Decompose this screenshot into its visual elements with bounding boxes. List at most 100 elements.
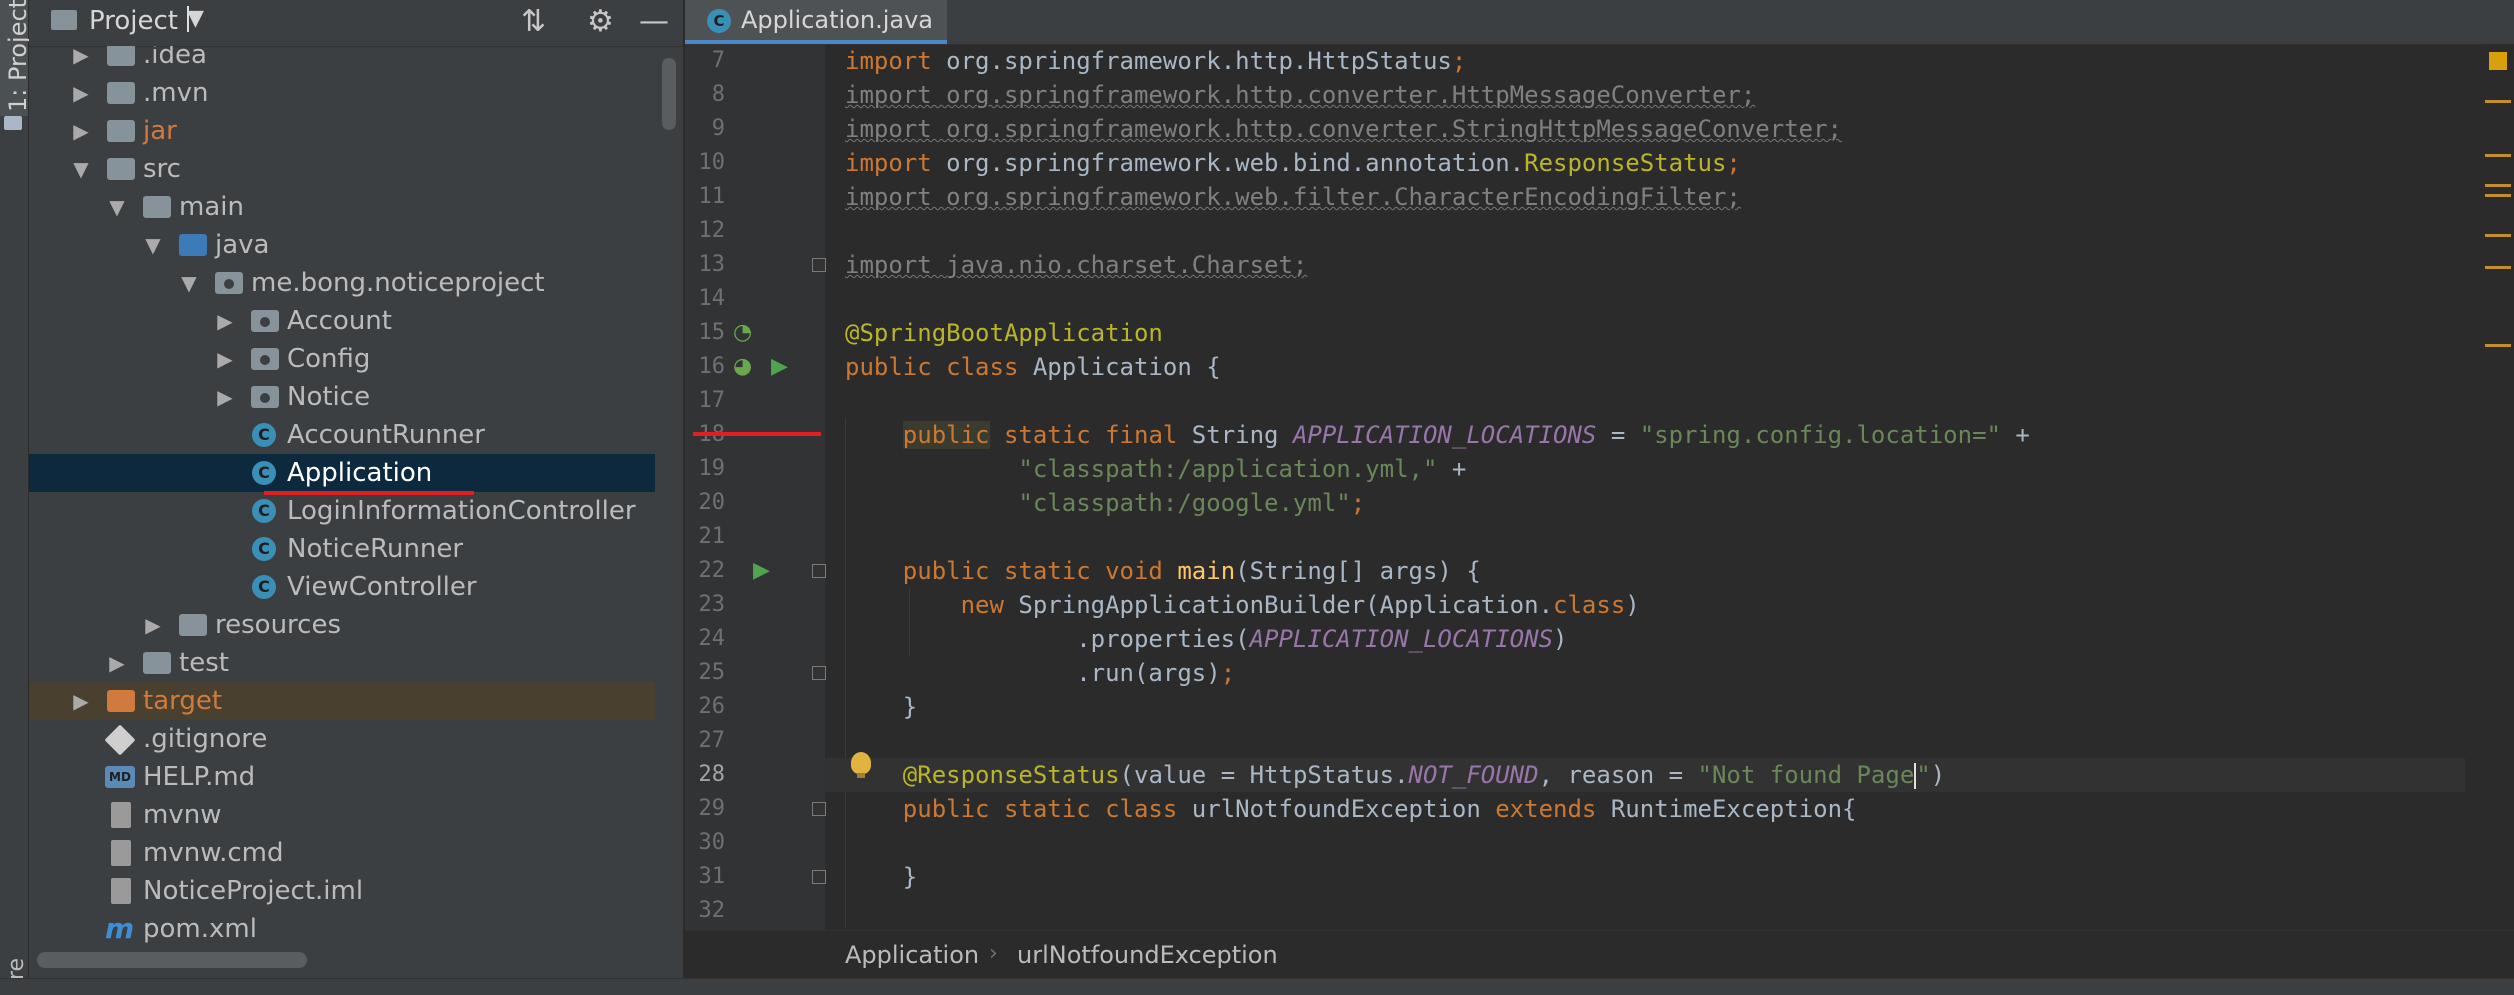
chevron-right-icon[interactable]: ▶ [143, 606, 163, 644]
tree-item-config[interactable]: ▶ Config [29, 340, 655, 378]
spring-boot-class-icon: C [707, 9, 731, 33]
tree-item-label: Account [287, 306, 392, 336]
warning-mark[interactable] [2485, 194, 2511, 197]
tool-window-strip: 1: Project ure [0, 0, 32, 994]
tree-item-viewcontroller[interactable]: C ViewController [29, 568, 655, 606]
fold-icon[interactable] [812, 802, 826, 816]
spring-bean-icon[interactable]: ◕ [733, 350, 752, 384]
line-number: 15 [698, 320, 726, 345]
fold-icon[interactable] [812, 666, 826, 680]
tree-item-logininformationcontroller[interactable]: C LoginInformationController [29, 492, 655, 530]
class-icon: C [252, 575, 276, 599]
tree-item-label: mvnw.cmd [143, 838, 284, 868]
run-icon[interactable]: ▶ [771, 350, 788, 384]
tree-item-iml[interactable]: NoticeProject.iml [29, 872, 655, 910]
warning-mark[interactable] [2485, 154, 2511, 157]
project-panel-title[interactable]: Project [89, 6, 178, 36]
tree-item-help-md[interactable]: MD HELP.md [29, 758, 655, 796]
tree-item-target[interactable]: ▶ target [29, 682, 655, 720]
line-number: 12 [698, 218, 726, 243]
tree-item-test[interactable]: ▶ test [29, 644, 655, 682]
chevron-right-icon[interactable]: ▶ [71, 74, 91, 112]
error-stripe[interactable] [2481, 44, 2514, 930]
gear-icon[interactable]: ⚙ [587, 4, 614, 39]
spring-bean-icon[interactable]: ◔ [733, 316, 752, 350]
chevron-down-icon[interactable]: ▼ [107, 188, 127, 226]
tree-item-jar[interactable]: ▶ jar [29, 112, 655, 150]
tree-item-noticerunner[interactable]: C NoticeRunner [29, 530, 655, 568]
line-number: 7 [711, 48, 725, 73]
code-line: public static class urlNotfoundException… [902, 795, 1857, 823]
tree-item-label: target [143, 686, 223, 716]
chevron-down-icon[interactable]: ▼ [179, 264, 199, 302]
vertical-scrollbar[interactable] [662, 58, 676, 130]
chevron-right-icon[interactable]: ▶ [107, 644, 127, 682]
tree-item-accountrunner[interactable]: C AccountRunner [29, 416, 655, 454]
chevron-right-icon[interactable]: ▶ [71, 112, 91, 150]
tree-item-package[interactable]: ▼ me.bong.noticeproject [29, 264, 655, 302]
tree-item-pom[interactable]: m pom.xml [29, 910, 655, 946]
fold-icon[interactable] [812, 564, 826, 578]
chevron-down-icon[interactable]: ▼ [143, 226, 163, 264]
warning-mark[interactable] [2485, 234, 2511, 237]
tree-item-label: me.bong.noticeproject [251, 268, 545, 298]
editor-gutter: 7 8 9 10 11 12 13 14 15 16 17 18 19 20 2… [685, 44, 826, 930]
horizontal-scrollbar[interactable] [37, 952, 307, 968]
chevron-down-icon[interactable]: ▼ [187, 6, 204, 32]
tree-item-account[interactable]: ▶ Account [29, 302, 655, 340]
lightbulb-icon[interactable] [851, 752, 871, 778]
fold-icon[interactable] [812, 258, 826, 272]
chevron-right-icon[interactable]: ▶ [215, 302, 235, 340]
line-number: 11 [698, 184, 726, 209]
collapse-all-icon[interactable]: ⇅ [521, 4, 546, 39]
tab-application-java[interactable]: C Application.java [685, 0, 947, 44]
tree-item-label: java [215, 230, 270, 260]
code-line: import org.springframework.web.filter.Ch… [845, 183, 1741, 211]
line-number: 8 [711, 82, 725, 107]
breadcrumb-item-application[interactable]: Application [845, 941, 979, 969]
line-number: 13 [698, 252, 726, 277]
tree-item-label: mvnw [143, 800, 222, 830]
tree-item-notice[interactable]: ▶ Notice [29, 378, 655, 416]
tree-item-label: NoticeRunner [287, 534, 464, 564]
tree-item-main[interactable]: ▼ main [29, 188, 655, 226]
tree-item-gitignore[interactable]: .gitignore [29, 720, 655, 758]
package-icon [251, 386, 279, 408]
warning-icon[interactable] [2489, 52, 2507, 70]
tree-item-java[interactable]: ▼ java [29, 226, 655, 264]
project-tree: ▶ .idea ▶ .mvn ▶ jar ▼ src ▼ main ▼ java [29, 46, 655, 946]
tree-item-label: main [179, 192, 244, 222]
code-line: new SpringApplicationBuilder(Application… [960, 591, 1640, 619]
chevron-down-icon[interactable]: ▼ [71, 150, 91, 188]
breadcrumb-item-urlnotfoundexception[interactable]: urlNotfoundException [1017, 941, 1278, 969]
chevron-right-icon[interactable]: ▶ [215, 340, 235, 378]
tree-item-mvnw-cmd[interactable]: mvnw.cmd [29, 834, 655, 872]
code-line: } [902, 863, 918, 891]
git-file-icon [104, 724, 136, 756]
minimize-icon[interactable]: — [639, 4, 669, 39]
tree-item-src[interactable]: ▼ src [29, 150, 655, 188]
tree-item-mvnw[interactable]: mvnw [29, 796, 655, 834]
tree-item-application[interactable]: C Application [29, 454, 655, 492]
tree-item-mvn[interactable]: ▶ .mvn [29, 74, 655, 112]
markdown-file-icon: MD [105, 766, 135, 788]
chevron-right-icon[interactable]: ▶ [71, 46, 91, 74]
line-number: 16 [698, 354, 726, 379]
tree-item-resources[interactable]: ▶ resources [29, 606, 655, 644]
tree-item-idea[interactable]: ▶ .idea [29, 46, 655, 74]
line-number: 25 [698, 660, 726, 685]
run-icon[interactable]: ▶ [753, 554, 770, 588]
folder-icon [107, 82, 135, 104]
folder-icon [107, 46, 135, 66]
warning-mark[interactable] [2485, 100, 2511, 103]
chevron-right-icon[interactable]: ▶ [215, 378, 235, 416]
folder-icon [107, 120, 135, 142]
chevron-right-icon[interactable]: ▶ [71, 682, 91, 720]
fold-icon[interactable] [812, 870, 826, 884]
warning-mark[interactable] [2485, 266, 2511, 269]
code-area[interactable]: import org.springframework.http.HttpStat… [825, 44, 2465, 930]
annotation-underline [693, 432, 821, 436]
warning-mark[interactable] [2485, 344, 2511, 347]
warning-mark[interactable] [2485, 184, 2511, 187]
line-number: 17 [698, 388, 726, 413]
